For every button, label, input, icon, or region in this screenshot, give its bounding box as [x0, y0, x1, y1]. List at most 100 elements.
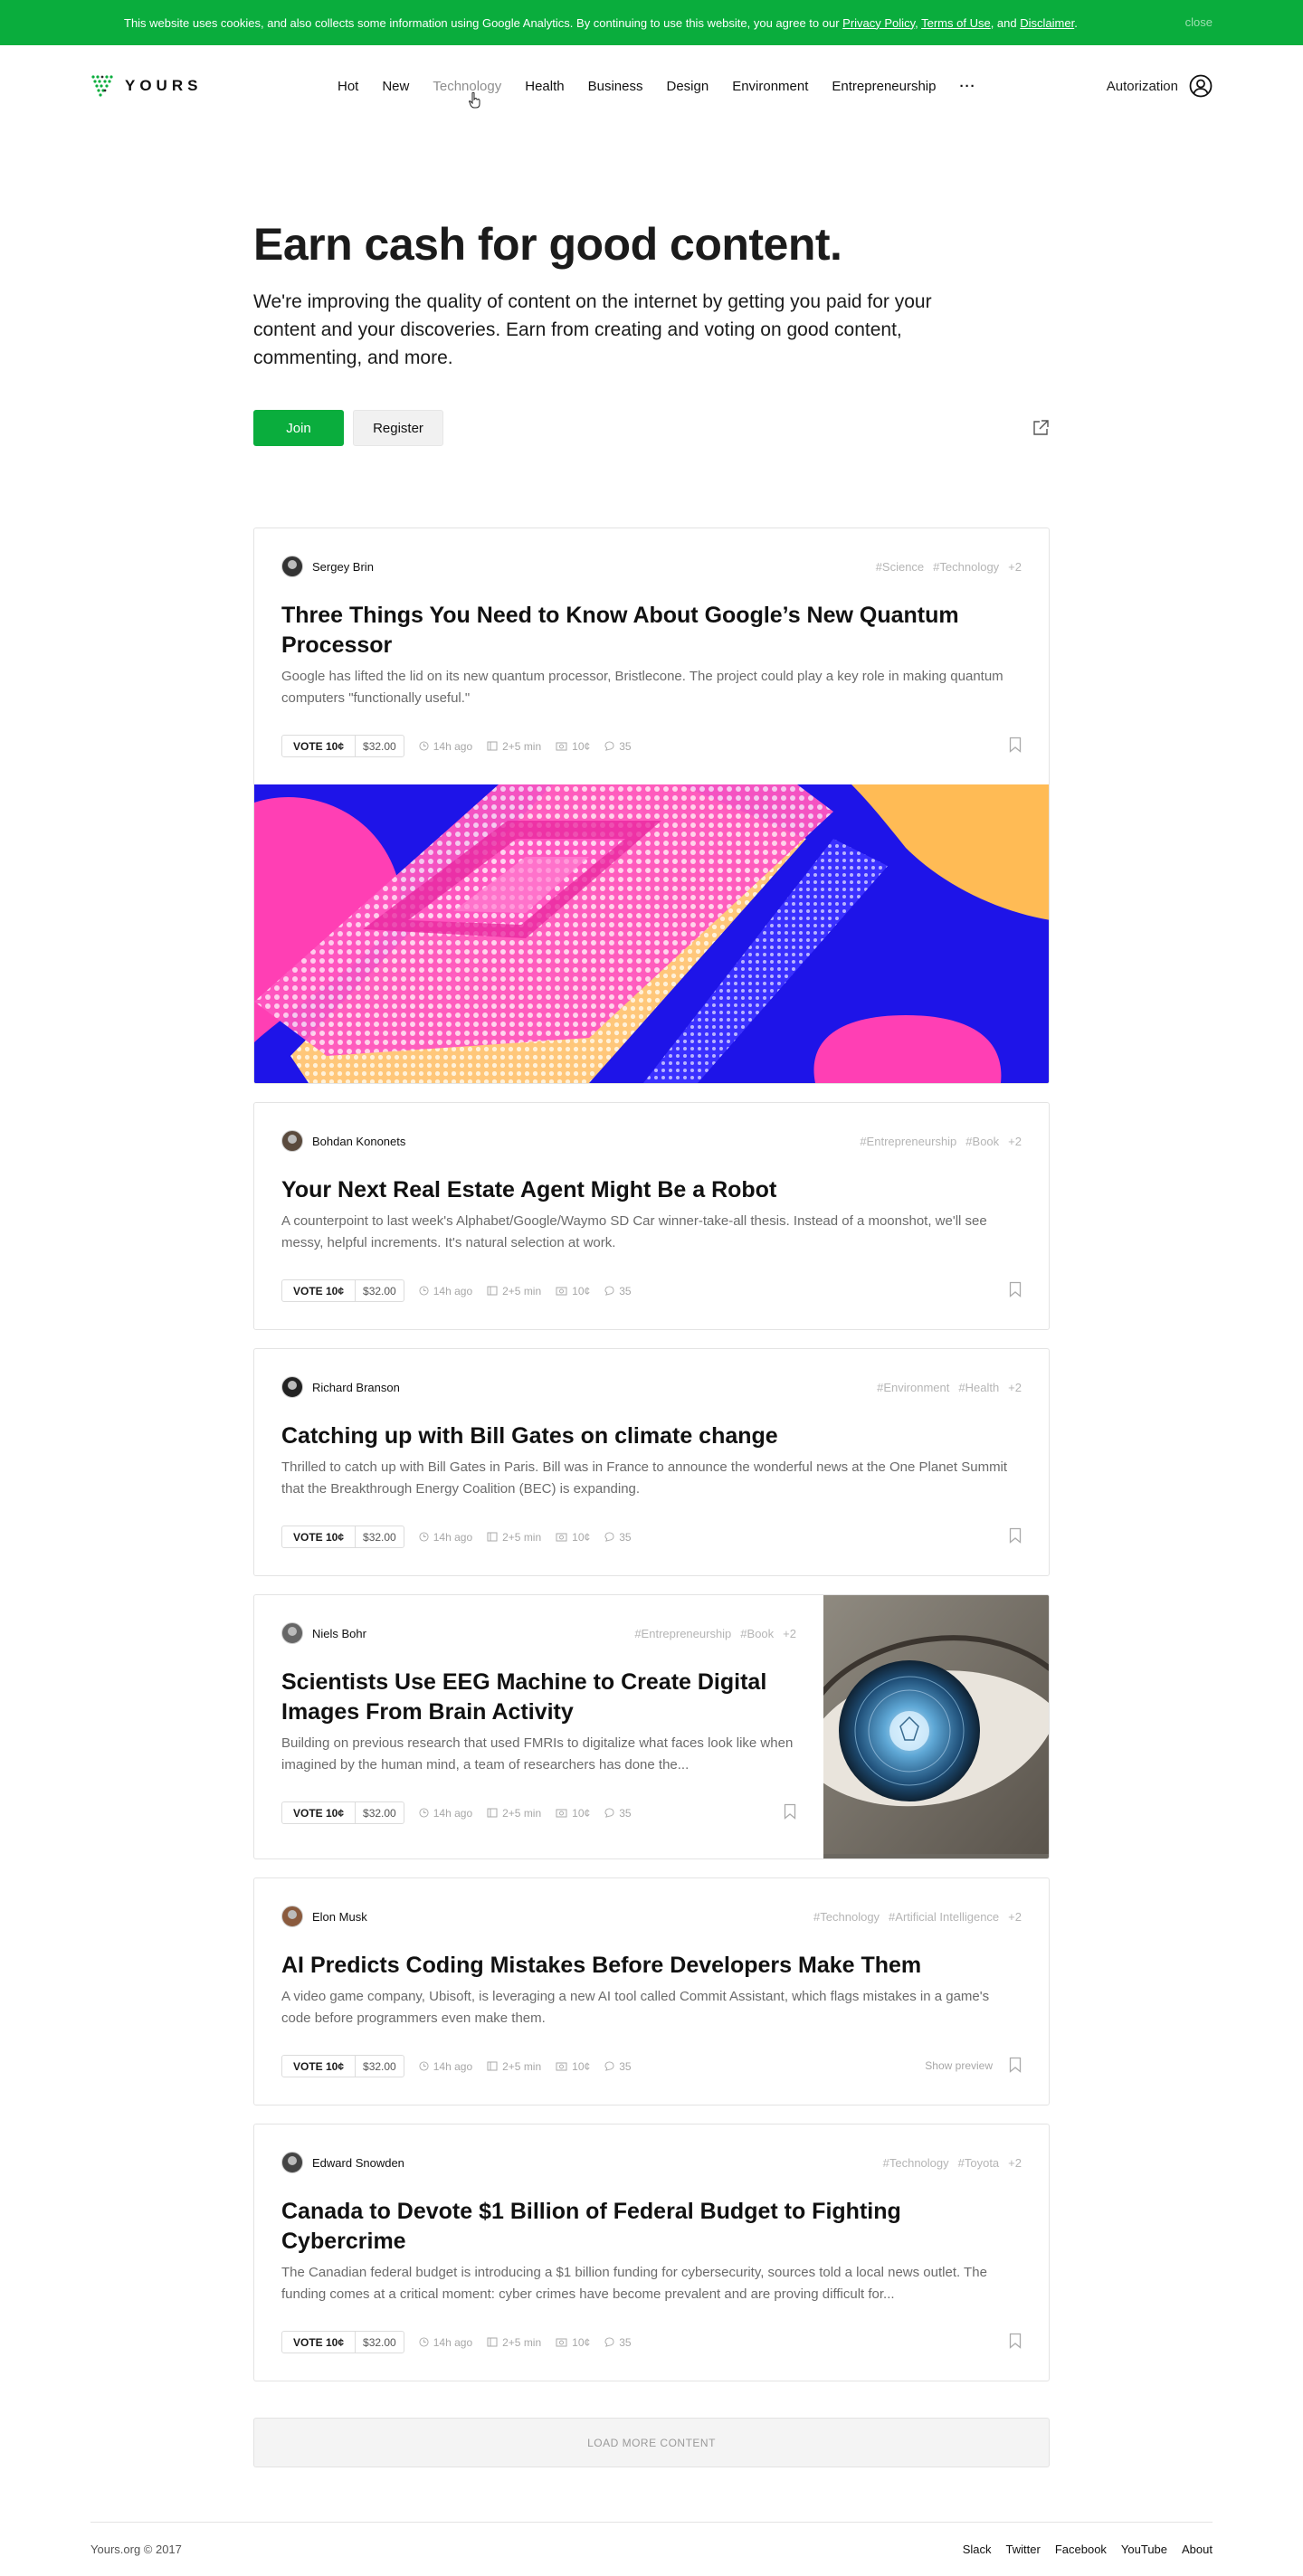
tag-more[interactable]: +2 — [1008, 2156, 1022, 2170]
tag[interactable]: #Science — [876, 560, 924, 574]
nav-business[interactable]: Business — [588, 79, 643, 94]
post-card[interactable]: Richard Branson #Environment #Health +2 … — [253, 1348, 1050, 1576]
post-read-time: 2+5 min — [487, 2336, 541, 2349]
tag[interactable]: #Environment — [877, 1381, 949, 1394]
post-title[interactable]: AI Predicts Coding Mistakes Before Devel… — [281, 1951, 1022, 1981]
vote-button[interactable]: VOTE 10¢ — [282, 1280, 357, 1301]
post-card[interactable]: Sergey Brin #Science #Technology +2 Thre… — [253, 528, 1050, 1084]
post-comments[interactable]: 35 — [604, 1807, 632, 1820]
vote-button[interactable]: VOTE 10¢ — [282, 736, 357, 756]
vote-button[interactable]: VOTE 10¢ — [282, 1802, 357, 1823]
bookmark-icon[interactable] — [1009, 1527, 1022, 1544]
bookmark-icon[interactable] — [1009, 737, 1022, 753]
comments-count: 35 — [619, 739, 632, 753]
post-comments[interactable]: 35 — [604, 1531, 632, 1544]
privacy-policy-link[interactable]: Privacy Policy — [842, 16, 915, 30]
share-icon[interactable] — [1032, 419, 1050, 437]
main-nav: Hot New Technology Health Business Desig… — [338, 79, 975, 94]
post-price: $32.00 — [363, 1806, 396, 1820]
post-author[interactable]: Richard Branson — [281, 1376, 400, 1398]
bookmark-icon[interactable] — [1009, 2057, 1022, 2073]
post-comments[interactable]: 35 — [604, 1285, 632, 1298]
nav-environment[interactable]: Environment — [732, 79, 808, 94]
nav-more-button[interactable]: ··· — [959, 79, 975, 94]
post-author[interactable]: Bohdan Kononets — [281, 1130, 405, 1152]
post-card[interactable]: Edward Snowden #Technology #Toyota +2 Ca… — [253, 2124, 1050, 2381]
post-comments[interactable]: 35 — [604, 2059, 632, 2073]
nav-hot[interactable]: Hot — [338, 79, 358, 94]
footer-link-youtube[interactable]: YouTube — [1121, 2543, 1167, 2556]
tag-more[interactable]: +2 — [1008, 1135, 1022, 1148]
post-title[interactable]: Catching up with Bill Gates on climate c… — [281, 1421, 1022, 1451]
post-title[interactable]: Your Next Real Estate Agent Might Be a R… — [281, 1175, 1022, 1205]
footer-link-about[interactable]: About — [1182, 2543, 1213, 2556]
post-title[interactable]: Scientists Use EEG Machine to Create Dig… — [281, 1668, 796, 1727]
tag[interactable]: #Artificial Intelligence — [889, 1910, 999, 1924]
tag[interactable]: #Technology — [933, 560, 999, 574]
comment-icon — [604, 1532, 614, 1542]
authorization-button[interactable]: Autorization — [1107, 74, 1213, 98]
post-author[interactable]: Edward Snowden — [281, 2152, 404, 2173]
bookmark-icon[interactable] — [784, 1803, 796, 1820]
author-name: Niels Bohr — [312, 1626, 366, 1640]
disclaimer-link[interactable]: Disclaimer — [1020, 16, 1074, 30]
nav-health[interactable]: Health — [525, 79, 564, 94]
cookie-period: . — [1074, 15, 1078, 30]
post-title[interactable]: Canada to Devote $1 Billion of Federal B… — [281, 2197, 1022, 2257]
time-text: 14h ago — [433, 2059, 473, 2073]
post-card[interactable]: Elon Musk #Technology #Artificial Intell… — [253, 1877, 1050, 2105]
tag-more[interactable]: +2 — [1008, 560, 1022, 574]
vote-button[interactable]: VOTE 10¢ — [282, 2332, 357, 2353]
post-comments[interactable]: 35 — [604, 739, 632, 753]
avatar — [281, 1130, 303, 1152]
post-author[interactable]: Niels Bohr — [281, 1622, 366, 1644]
post-comments[interactable]: 35 — [604, 2336, 632, 2349]
post-card[interactable]: Niels Bohr #Entrepreneurship #Book +2 Sc… — [253, 1594, 1050, 1859]
tag[interactable]: #Entrepreneurship — [860, 1135, 956, 1148]
cookie-close-button[interactable]: close — [1185, 15, 1213, 29]
comments-count: 35 — [619, 2059, 632, 2073]
post-thumbnail[interactable] — [823, 1595, 1049, 1858]
bookmark-icon[interactable] — [1009, 2333, 1022, 2349]
nav-design[interactable]: Design — [666, 79, 709, 94]
tag[interactable]: #Entrepreneurship — [634, 1627, 731, 1640]
join-button[interactable]: Join — [253, 410, 344, 446]
vote-button[interactable]: VOTE 10¢ — [282, 2056, 357, 2077]
post-image[interactable] — [254, 784, 1049, 1083]
bookmark-icon[interactable] — [1009, 1281, 1022, 1298]
register-button[interactable]: Register — [353, 410, 443, 446]
terms-link[interactable]: Terms of Use — [921, 16, 991, 30]
author-name: Bohdan Kononets — [312, 1134, 406, 1148]
nav-entrepreneurship[interactable]: Entrepreneurship — [832, 79, 936, 94]
tag[interactable]: #Book — [965, 1135, 999, 1148]
tag[interactable]: #Technology — [883, 2156, 949, 2170]
coin-icon — [556, 1533, 567, 1541]
cookie-and: , and — [990, 15, 1017, 30]
cost-text: 10¢ — [572, 2059, 591, 2073]
tag-more[interactable]: +2 — [1008, 1910, 1022, 1924]
post-title[interactable]: Three Things You Need to Know About Goog… — [281, 601, 1022, 661]
tag-more[interactable]: +2 — [1008, 1381, 1022, 1394]
coin-icon — [556, 2338, 567, 2346]
footer-link-facebook[interactable]: Facebook — [1055, 2543, 1107, 2556]
post-price: $32.00 — [363, 1284, 396, 1298]
cookie-comma: , — [915, 15, 918, 30]
post-author[interactable]: Elon Musk — [281, 1906, 367, 1927]
footer-link-slack[interactable]: Slack — [963, 2543, 992, 2556]
post-card[interactable]: Bohdan Kononets #Entrepreneurship #Book … — [253, 1102, 1050, 1330]
load-more-button[interactable]: LOAD MORE CONTENT — [253, 2418, 1050, 2467]
cost-text: 10¢ — [572, 739, 591, 753]
nav-technology[interactable]: Technology — [433, 79, 501, 94]
tag[interactable]: #Toyota — [958, 2156, 1000, 2170]
tag[interactable]: #Health — [958, 1381, 999, 1394]
show-preview-button[interactable]: Show preview — [925, 2059, 993, 2072]
vote-button[interactable]: VOTE 10¢ — [282, 1526, 357, 1547]
logo[interactable]: YOURS — [90, 74, 202, 98]
footer-link-twitter[interactable]: Twitter — [1006, 2543, 1041, 2556]
tag-more[interactable]: +2 — [783, 1627, 796, 1640]
tag[interactable]: #Technology — [813, 1910, 880, 1924]
tag[interactable]: #Book — [740, 1627, 774, 1640]
nav-new[interactable]: New — [382, 79, 409, 94]
clock-icon — [419, 1286, 429, 1296]
post-author[interactable]: Sergey Brin — [281, 556, 374, 577]
